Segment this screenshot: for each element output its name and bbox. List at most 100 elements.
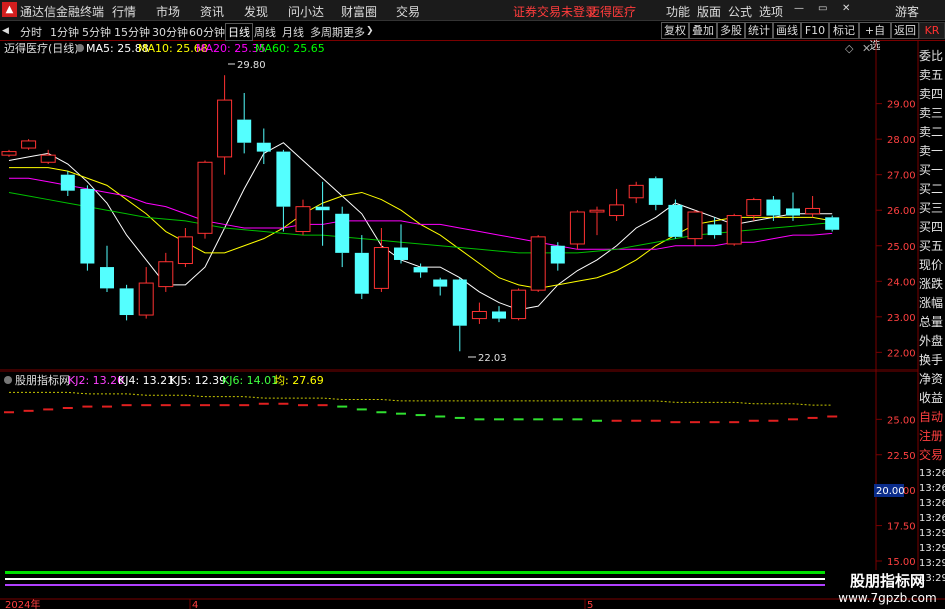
right-panel-item: 总量 (919, 315, 944, 329)
right-panel-item: 13:26 (919, 498, 945, 509)
tab-period-fenshi[interactable]: 分时 (20, 24, 42, 40)
menu-layout[interactable]: 版面 (697, 3, 721, 20)
overlay-button[interactable]: 叠加 (689, 22, 717, 39)
candle[interactable] (119, 284, 134, 321)
candle[interactable] (100, 245, 114, 292)
menu-options[interactable]: 选项 (759, 3, 783, 20)
back-button[interactable]: 返回 (891, 22, 919, 39)
indicator-chart[interactable]: 25.00 22.50 20.00 17.50 15.00 股朋指标网 KJ2: 13.… (0, 371, 945, 570)
market-tag[interactable]: KR (919, 22, 945, 39)
candle[interactable] (687, 210, 703, 246)
candle[interactable] (138, 267, 154, 319)
candle[interactable] (80, 185, 95, 271)
tab-period-monthly[interactable]: 月线 (282, 24, 304, 40)
candle[interactable] (825, 215, 840, 232)
tab-period-weekly[interactable]: 周线 (254, 24, 276, 40)
candle[interactable] (177, 227, 193, 268)
draw-line-button[interactable]: 画线 (773, 22, 801, 39)
indicator-settings-icon[interactable] (4, 376, 12, 384)
watermark-url: www.7gpzb.com (838, 591, 937, 605)
candle[interactable] (668, 199, 683, 239)
menu-formula[interactable]: 公式 (728, 3, 752, 20)
chart-title: 迈得医疗(日线) (4, 41, 79, 55)
menu-news[interactable]: 资讯 (200, 3, 224, 20)
tab-period-5m[interactable]: 5分钟 (82, 24, 111, 40)
candle[interactable] (805, 196, 821, 218)
candle[interactable] (609, 188, 625, 221)
menu-function[interactable]: 功能 (666, 3, 690, 20)
tab-period-60m[interactable]: 60分钟 (189, 24, 225, 40)
restore-icon[interactable]: ▭ (818, 3, 827, 14)
candle[interactable] (628, 181, 644, 204)
menu-wealth[interactable]: 财富圈 (341, 3, 377, 20)
user-guest[interactable]: 游客 (895, 3, 919, 20)
candle[interactable] (354, 235, 369, 300)
candle[interactable] (335, 206, 350, 268)
menu-market[interactable]: 市场 (156, 3, 180, 20)
chart-settings-icon[interactable] (76, 44, 84, 52)
candle[interactable] (60, 171, 75, 197)
back-arrow-icon[interactable]: ◀ (2, 26, 9, 36)
menu-trade[interactable]: 交易 (396, 3, 420, 20)
candle[interactable] (1, 149, 17, 157)
candle[interactable] (589, 206, 605, 236)
candle[interactable] (452, 277, 467, 352)
candle[interactable] (237, 92, 252, 154)
app-title: 通达信金融终端 (20, 5, 105, 19)
main-candlestick-chart[interactable]: 29.00 28.00 27.00 26.00 25.00 24.00 23.00 22.00… (0, 41, 945, 371)
add-watchlist-button[interactable]: +自选 (859, 22, 891, 52)
candle[interactable] (394, 224, 408, 264)
current-value-text: 20.00 (876, 486, 905, 497)
multi-stock-button[interactable]: 多股 (717, 22, 745, 39)
candle[interactable] (256, 128, 271, 165)
minimize-icon[interactable]: — (794, 3, 804, 14)
price-tick-label: 25.00 (887, 242, 916, 253)
avg-line (9, 391, 833, 406)
candle[interactable] (295, 199, 311, 236)
tab-period-daily[interactable]: 日线 (225, 23, 253, 41)
tab-period-multi[interactable]: 多周期 (310, 24, 343, 40)
tab-period-1m[interactable]: 1分钟 (50, 24, 79, 40)
candle[interactable] (511, 288, 527, 321)
chart-close-icon[interactable]: ✕ (862, 42, 871, 55)
kj4-label: KJ4: 13.21 (118, 374, 174, 387)
mark-button[interactable]: 标记 (829, 22, 859, 39)
right-panel-item: 换手 (919, 353, 944, 367)
menu-wenxiaoda[interactable]: 问小达 (288, 3, 324, 20)
candle[interactable] (158, 252, 174, 292)
login-status[interactable]: 证券交易未登录 (513, 3, 597, 20)
candle[interactable] (433, 277, 448, 296)
tab-period-30m[interactable]: 30分钟 (152, 24, 188, 40)
restore-rights-button[interactable]: 复权 (661, 22, 689, 39)
candle[interactable] (707, 217, 722, 239)
f10-button[interactable]: F10 (801, 22, 829, 39)
close-icon[interactable]: ✕ (842, 3, 850, 14)
candle[interactable] (21, 139, 37, 150)
price-tick-label: 22.00 (887, 348, 916, 359)
candle[interactable] (197, 160, 213, 239)
candle[interactable] (471, 302, 487, 324)
candle[interactable] (569, 210, 585, 250)
right-panel-item: 卖二 (919, 125, 944, 139)
candle[interactable] (276, 149, 291, 232)
candle[interactable] (217, 75, 233, 175)
candle[interactable] (786, 192, 800, 221)
right-panel-item: 13:26 (919, 513, 945, 524)
price-tick-label: 27.00 (887, 171, 916, 182)
candle[interactable] (726, 213, 742, 246)
chart-toggle-icon[interactable]: ◇ (845, 42, 854, 55)
more-chevron-icon[interactable]: ❯ (366, 26, 374, 36)
app-logo-icon: ▲ (2, 2, 17, 17)
right-panel-item: 卖四 (919, 87, 944, 101)
menu-hq[interactable]: 行情 (112, 3, 136, 20)
candle[interactable] (648, 176, 663, 211)
candle[interactable] (40, 149, 56, 165)
tab-period-more[interactable]: 更多 (343, 24, 365, 40)
candle[interactable] (550, 242, 565, 271)
menu-discover[interactable]: 发现 (244, 3, 268, 20)
stats-button[interactable]: 统计 (745, 22, 773, 39)
tab-period-15m[interactable]: 15分钟 (114, 24, 150, 40)
candle[interactable] (315, 181, 330, 246)
candle[interactable] (530, 235, 546, 292)
candle[interactable] (492, 306, 506, 323)
